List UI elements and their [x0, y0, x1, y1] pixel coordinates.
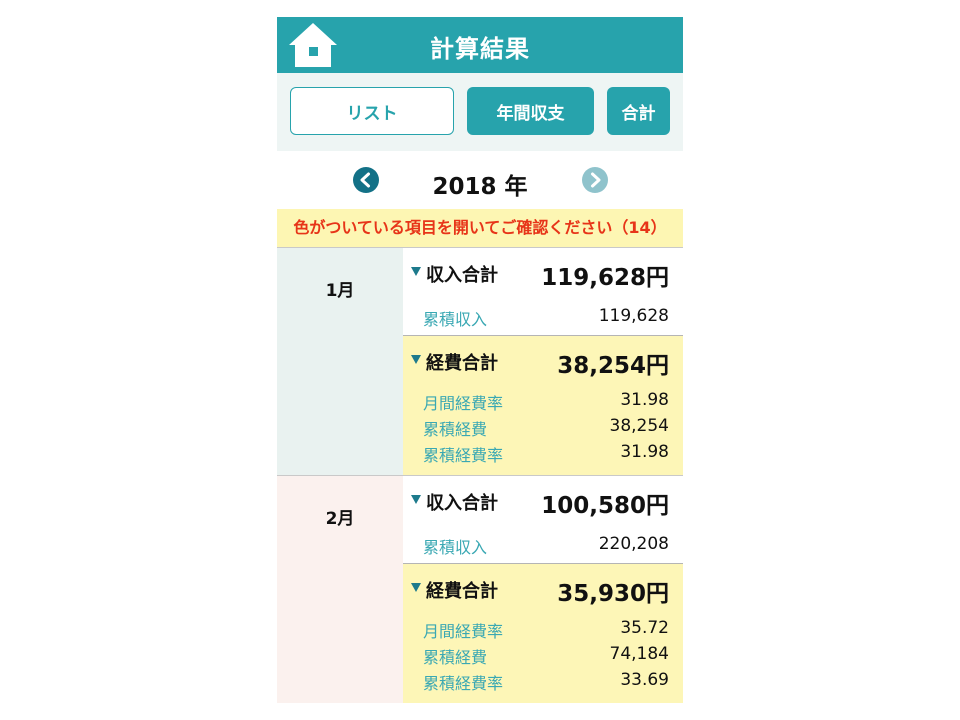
expand-triangle-icon	[411, 267, 421, 276]
income-total-label: 収入合計	[426, 265, 498, 286]
row-label: 累積経費率	[423, 674, 504, 693]
income-section[interactable]: 収入合計 119,628円 累積収入 119,628	[403, 248, 683, 336]
expense-row: 累積経費率 31.98	[403, 442, 683, 468]
month-block-february: 2月 収入合計 100,580円 累積収入 220,208 経費合計 35,93…	[277, 475, 683, 703]
tab-list[interactable]: リスト	[290, 87, 454, 135]
app-header: 計算結果	[277, 17, 683, 73]
expense-row: 累積経費 38,254	[403, 416, 683, 442]
expense-total-value: 38,254円	[557, 353, 669, 379]
year-navigator: 2018 年	[277, 151, 683, 209]
page-title: 計算結果	[430, 35, 530, 63]
expand-triangle-icon	[411, 355, 421, 364]
expense-total-label: 経費合計	[426, 353, 498, 374]
chevron-right-icon	[582, 167, 608, 193]
row-label: 月間経費率	[423, 394, 504, 413]
expense-row: 月間経費率 31.98	[403, 390, 683, 416]
cumulative-income-label: 累積収入	[423, 310, 488, 329]
month-detail: 収入合計 119,628円 累積収入 119,628 経費合計 38,254円 …	[403, 248, 683, 476]
month-detail: 収入合計 100,580円 累積収入 220,208 経費合計 35,930円 …	[403, 476, 683, 703]
row-value: 74,184	[609, 644, 669, 664]
row-value: 31.98	[620, 442, 669, 462]
row-label: 累積経費	[423, 648, 488, 667]
expense-row: 累積経費率 33.69	[403, 670, 683, 696]
next-year-button[interactable]	[582, 167, 608, 193]
expense-section[interactable]: 経費合計 35,930円 月間経費率 35.72 累積経費 74,184 累積経…	[403, 564, 683, 703]
income-total-value: 100,580円	[541, 493, 669, 519]
expense-row: 累積経費 74,184	[403, 644, 683, 670]
view-tabs: リスト 年間収支 合計	[277, 73, 683, 151]
expense-section[interactable]: 経費合計 38,254円 月間経費率 31.98 累積経費 38,254 累積経…	[403, 336, 683, 476]
month-label: 1月	[325, 281, 355, 301]
row-value: 31.98	[620, 390, 669, 410]
notice-banner: 色がついている項目を開いてご確認ください（14）	[277, 209, 683, 247]
year-label: 2018 年	[432, 174, 528, 200]
row-label: 累積経費率	[423, 446, 504, 465]
row-value: 35.72	[620, 618, 669, 638]
expand-triangle-icon	[411, 583, 421, 592]
row-label: 累積経費	[423, 420, 488, 439]
month-label: 2月	[325, 509, 355, 529]
income-total-value: 119,628円	[541, 265, 669, 291]
month-block-january: 1月 収入合計 119,628円 累積収入 119,628 経費合計 38,25…	[277, 247, 683, 476]
cumulative-income-label: 累積収入	[423, 538, 488, 557]
month-label-column: 2月	[277, 476, 403, 703]
income-section[interactable]: 収入合計 100,580円 累積収入 220,208	[403, 476, 683, 564]
row-value: 38,254	[609, 416, 669, 436]
tab-annual-balance[interactable]: 年間収支	[467, 87, 594, 135]
app-screen: 計算結果 リスト 年間収支 合計 2018 年 色がついている項目を開いてご確認…	[277, 17, 683, 703]
month-label-column: 1月	[277, 248, 403, 475]
row-value: 33.69	[620, 670, 669, 690]
cumulative-income-value: 220,208	[598, 534, 669, 554]
cumulative-income-value: 119,628	[598, 306, 669, 326]
expand-triangle-icon	[411, 495, 421, 504]
tab-total[interactable]: 合計	[607, 87, 670, 135]
expense-total-label: 経費合計	[426, 581, 498, 602]
expense-total-value: 35,930円	[557, 581, 669, 607]
row-label: 月間経費率	[423, 622, 504, 641]
income-total-label: 収入合計	[426, 493, 498, 514]
expense-row: 月間経費率 35.72	[403, 618, 683, 644]
